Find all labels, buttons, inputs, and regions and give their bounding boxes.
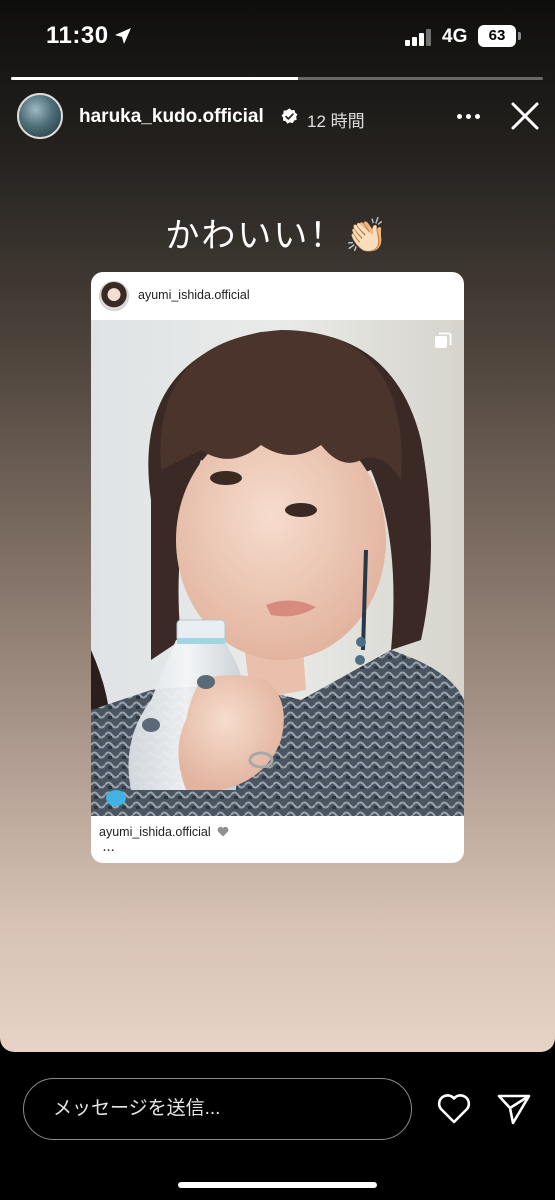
story-progress-fill	[11, 77, 299, 80]
reply-bar	[0, 1052, 555, 1200]
story-text-sticker: かわいい！👏🏻	[165, 216, 390, 256]
story-time-ago: 12 時間	[307, 112, 365, 131]
post-caption-more[interactable]: ...	[103, 842, 115, 854]
story-progress-bar	[11, 77, 543, 80]
shared-post-card[interactable]: ayumi_ishida.official ayumi_ishida.offic…	[91, 272, 464, 863]
post-caption: ayumi_ishida.official	[99, 825, 229, 839]
location-arrow-icon	[115, 28, 131, 44]
cellular-signal-icon	[405, 28, 433, 46]
status-time: 11:30	[46, 22, 109, 49]
multiple-photos-icon	[435, 332, 452, 348]
grey-heart-icon	[217, 826, 229, 837]
home-indicator	[178, 1182, 377, 1188]
avatar[interactable]	[17, 93, 63, 139]
post-caption-username: ayumi_ishida.official	[99, 825, 211, 839]
send-icon[interactable]	[496, 1092, 532, 1126]
more-options-icon[interactable]	[452, 102, 486, 130]
post-avatar	[99, 281, 129, 311]
heart-icon[interactable]	[436, 1092, 472, 1126]
message-input[interactable]	[23, 1078, 412, 1140]
battery-icon: 63	[478, 25, 521, 47]
network-type: 4G	[442, 26, 468, 47]
verified-badge-icon	[281, 108, 298, 124]
post-photo	[91, 320, 464, 816]
status-bar: 11:30 4G 63	[0, 0, 555, 72]
story-header: haruka_kudo.official 12 時間	[0, 90, 555, 142]
close-icon[interactable]	[508, 99, 542, 133]
story-view[interactable]: 11:30 4G 63 haruka_kudo.official 12 時間 か…	[0, 0, 555, 1052]
post-username: ayumi_ishida.official	[138, 288, 250, 302]
story-username[interactable]: haruka_kudo.official	[79, 106, 264, 128]
post-header: ayumi_ishida.official	[91, 272, 464, 320]
